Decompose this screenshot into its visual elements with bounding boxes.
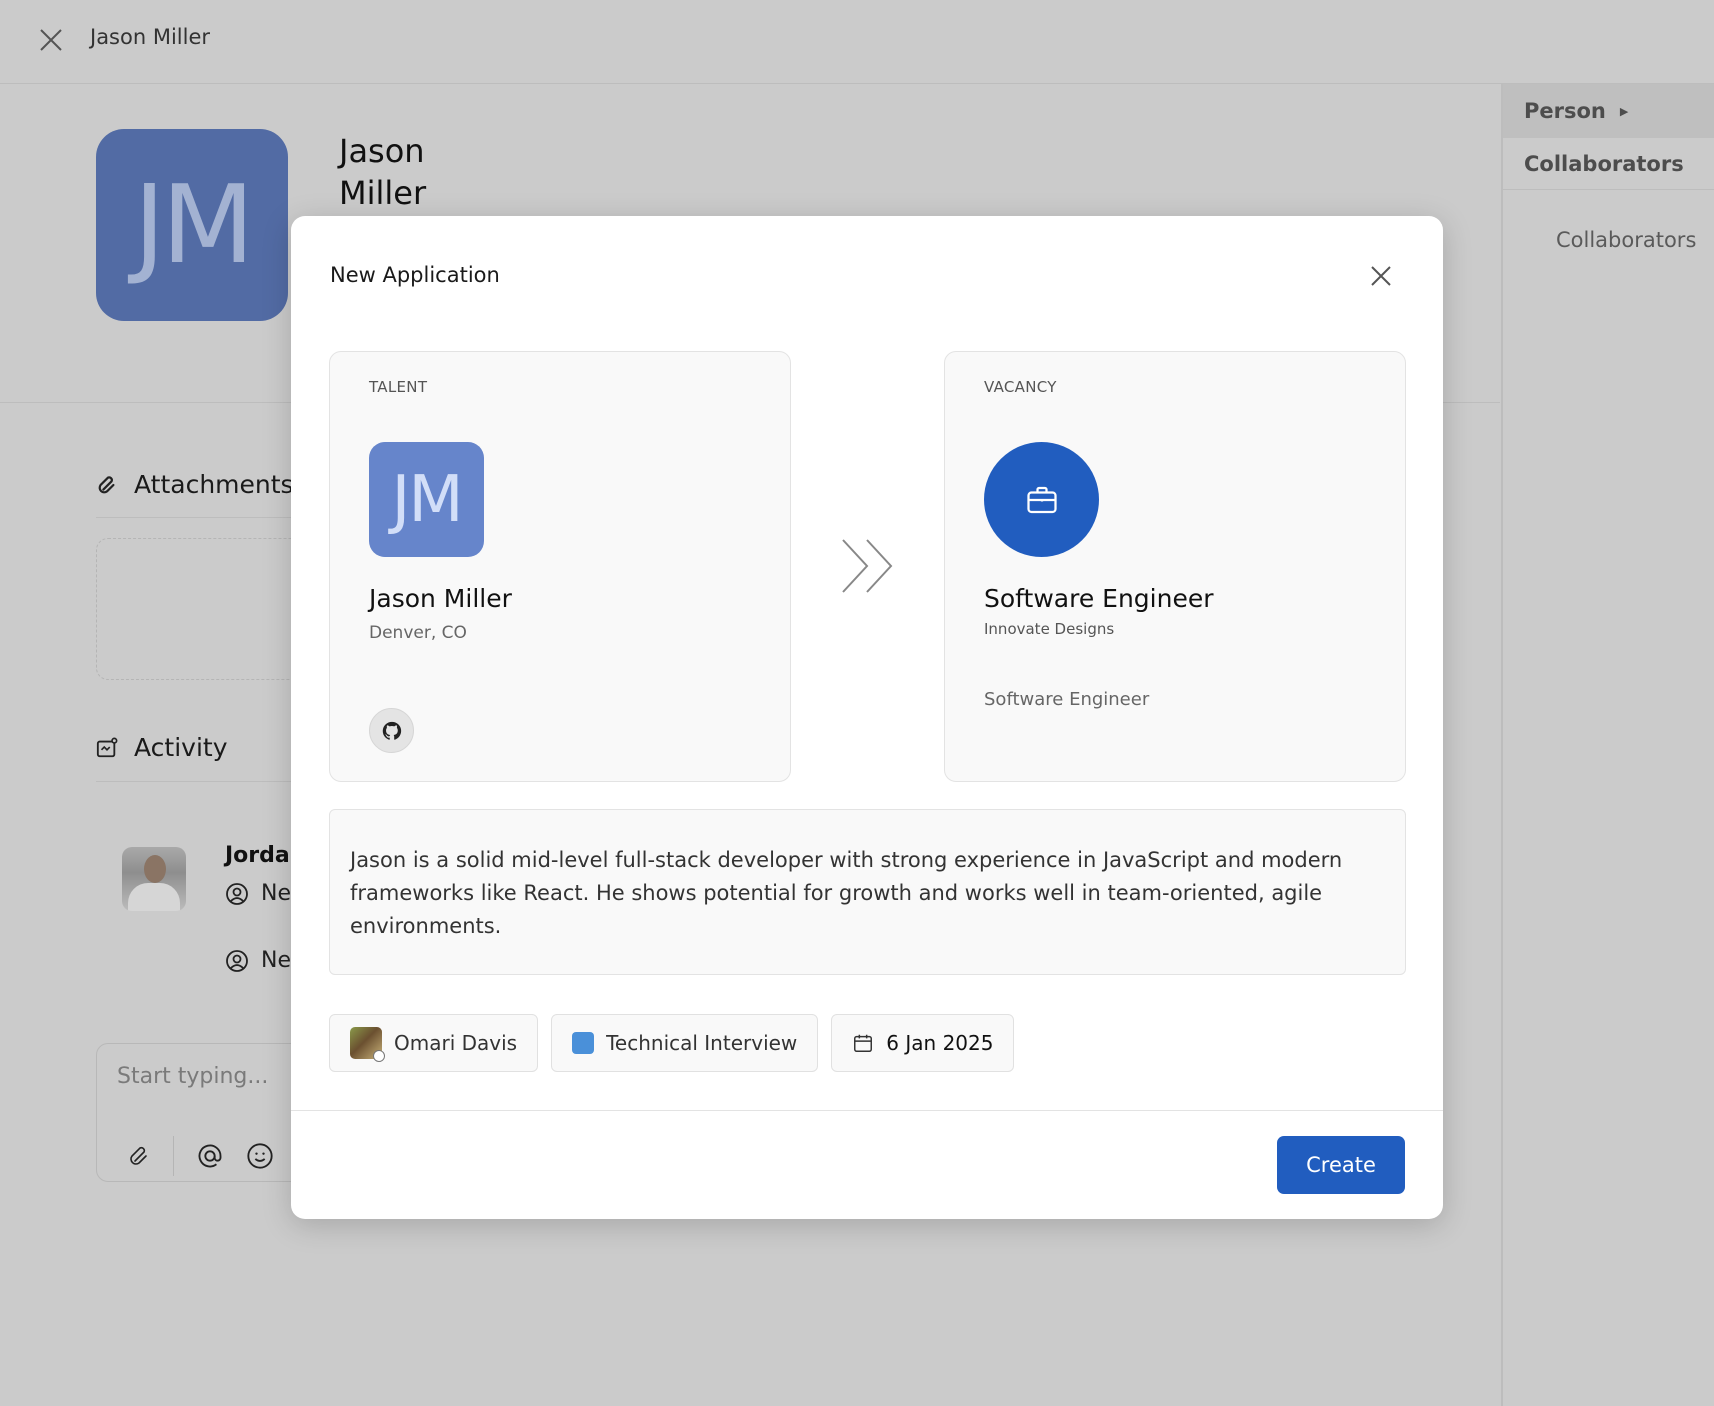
github-icon [382, 721, 401, 740]
activity-author-avatar [122, 847, 186, 911]
toolbar-separator [173, 1136, 174, 1176]
footer-divider [291, 1110, 1443, 1111]
vacancy-title: Software Engineer [984, 584, 1214, 613]
vacancy-card[interactable]: VACANCY Software Engineer Innovate Desig… [944, 351, 1406, 782]
status-chip[interactable]: Technical Interview [551, 1014, 819, 1072]
application-attributes: Omari Davis Technical Interview 6 Jan 20… [329, 1014, 1015, 1072]
vacancy-icon-badge [984, 442, 1099, 557]
assignee-name: Omari Davis [394, 1031, 518, 1055]
calendar-icon [854, 1034, 873, 1052]
talent-name: Jason Miller [369, 584, 512, 613]
activity-divider [96, 781, 296, 782]
activity-entry-text: Ne [261, 881, 291, 906]
talent-avatar: JM [369, 442, 484, 557]
paperclip-icon [98, 475, 115, 493]
vacancy-description: Software Engineer [984, 689, 1150, 710]
status-color-swatch [572, 1032, 595, 1054]
profile-name: Jason Miller [339, 130, 426, 214]
new-application-modal: New Application TALENT JM Jason Miller D… [291, 216, 1443, 1219]
person-tab-label: Person [1524, 99, 1606, 123]
activity-icon [96, 737, 118, 757]
paperclip-icon[interactable] [127, 1144, 151, 1168]
attachments-dropzone[interactable] [96, 538, 316, 680]
at-icon[interactable] [196, 1142, 224, 1170]
activity-entry-text: Ne [261, 948, 291, 973]
briefcase-icon [1026, 486, 1057, 513]
caret-right-icon: ▶ [1619, 104, 1629, 118]
activity-entry: Ne [225, 881, 291, 906]
due-date-label: 6 Jan 2025 [886, 1031, 994, 1055]
attachments-section-title: Attachments [96, 470, 294, 499]
user-circle-icon [226, 882, 248, 905]
talent-label: TALENT [369, 378, 428, 396]
attachments-divider [96, 517, 296, 518]
vacancy-company: Innovate Designs [984, 620, 1115, 638]
collaborators-item[interactable]: Collaborators [1503, 228, 1714, 252]
user-circle-icon [226, 949, 248, 972]
composer-placeholder[interactable]: Start typing... [117, 1064, 268, 1089]
application-description[interactable]: Jason is a solid mid-level full-stack de… [329, 809, 1406, 975]
profile-last-name: Miller [339, 174, 427, 212]
due-date-chip[interactable]: 6 Jan 2025 [831, 1014, 1015, 1072]
assignee-chip[interactable]: Omari Davis [329, 1014, 539, 1072]
close-icon[interactable] [1368, 263, 1394, 289]
status-dot [373, 1050, 385, 1062]
profile-first-name: Jason [339, 132, 425, 170]
activity-section-title: Activity [96, 733, 228, 762]
right-panel: Person ▶ Collaborators Collaborators [1501, 84, 1714, 1406]
profile-avatar: JM [96, 129, 288, 321]
github-link[interactable] [369, 708, 414, 753]
create-button[interactable]: Create [1277, 1136, 1405, 1194]
activity-entry: Ne [225, 948, 291, 973]
double-chevron-right-icon [842, 539, 893, 593]
collaborators-header[interactable]: Collaborators [1503, 138, 1714, 190]
close-icon[interactable] [38, 27, 64, 53]
assignee-avatar [350, 1027, 385, 1062]
person-tab[interactable]: Person ▶ [1503, 84, 1714, 138]
attachments-label: Attachments [134, 470, 294, 499]
activity-label: Activity [134, 733, 228, 762]
emoji-icon[interactable] [246, 1142, 274, 1170]
page-title: Jason Miller [90, 25, 211, 49]
top-bar: Jason Miller [0, 0, 1714, 84]
modal-title: New Application [330, 263, 500, 287]
vacancy-label: VACANCY [984, 378, 1057, 396]
talent-location: Denver, CO [369, 623, 467, 643]
status-label: Technical Interview [606, 1031, 798, 1055]
talent-card[interactable]: TALENT JM Jason Miller Denver, CO [329, 351, 791, 782]
